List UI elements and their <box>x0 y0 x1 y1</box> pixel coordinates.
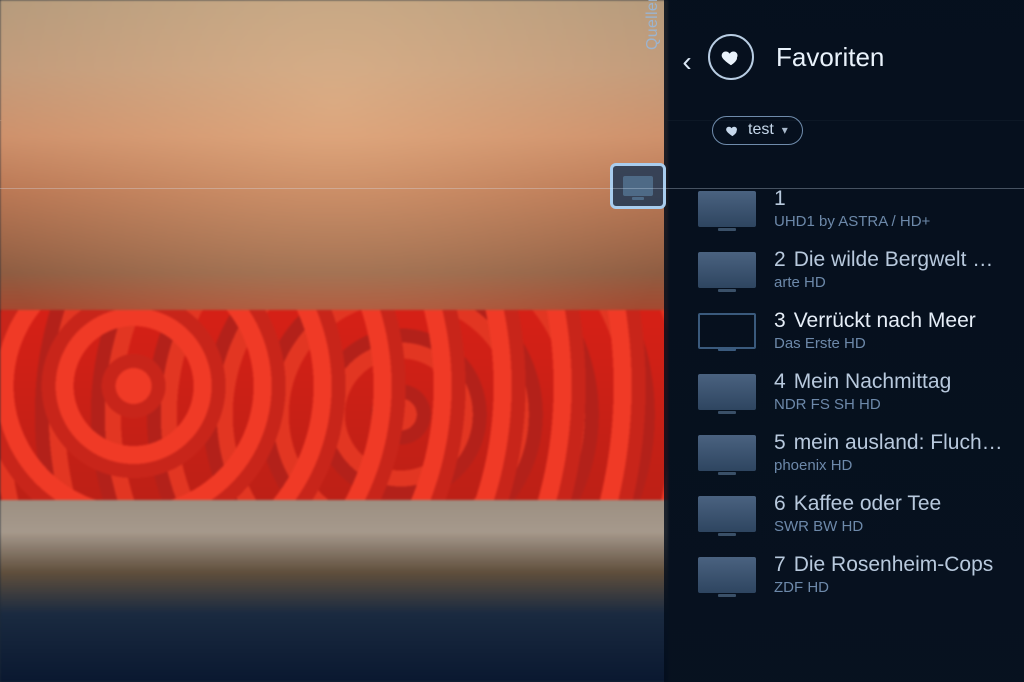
channel-source: phoenix HD <box>774 457 1003 474</box>
channel-row[interactable]: 4 Mein Nachmittag NDR FS SH HD <box>694 361 1024 422</box>
channel-number: 3 <box>774 309 786 332</box>
video-content <box>0 310 668 500</box>
channel-title: 6 Kaffee oder Tee <box>774 492 941 516</box>
channel-number: 4 <box>774 370 786 393</box>
channel-title: 3 Verrückt nach Meer <box>774 309 976 333</box>
channel-program-name: Verrückt nach Meer <box>794 309 976 332</box>
channel-text: 6 Kaffee oder Tee SWR BW HD <box>774 492 941 535</box>
panel-header: Favoriten <box>708 34 884 80</box>
back-chevron-icon[interactable]: ‹ <box>672 48 702 76</box>
channel-title: 7 Die Rosenheim-Cops <box>774 553 993 577</box>
heart-icon <box>725 123 740 138</box>
channel-row[interactable]: 5 mein ausland: Fluch… phoenix HD <box>694 422 1024 483</box>
panel-title: Favoriten <box>776 42 884 73</box>
channel-number: 2 <box>774 248 786 271</box>
source-tabstrip[interactable]: Quellen <box>644 20 668 270</box>
channel-source: NDR FS SH HD <box>774 396 951 413</box>
channel-source: UHD1 by ASTRA / HD+ <box>774 213 930 230</box>
tv-icon <box>698 496 756 532</box>
chevron-down-icon: ▾ <box>782 123 788 137</box>
channel-number: 6 <box>774 492 786 515</box>
channel-title: 5 mein ausland: Fluch… <box>774 431 1003 455</box>
channel-program-name: Die Rosenheim-Cops <box>794 553 994 576</box>
channel-number: 1 <box>774 187 786 210</box>
channel-text: 1 UHD1 by ASTRA / HD+ <box>774 187 930 230</box>
channel-title: 4 Mein Nachmittag <box>774 370 951 394</box>
channel-source: ZDF HD <box>774 579 993 596</box>
channel-text: 7 Die Rosenheim-Cops ZDF HD <box>774 553 993 596</box>
tv-icon <box>698 252 756 288</box>
sources-tab-label: Quellen <box>644 0 662 50</box>
channel-source: Das Erste HD <box>774 335 976 352</box>
channel-row[interactable]: 7 Die Rosenheim-Cops ZDF HD <box>694 544 1024 605</box>
channel-row[interactable]: 6 Kaffee oder Tee SWR BW HD <box>694 483 1024 544</box>
channel-text: 2 Die wilde Bergwelt … arte HD <box>774 248 993 291</box>
channel-program-name: mein ausland: Fluch… <box>794 431 1003 454</box>
tv-icon <box>698 191 756 227</box>
channel-row[interactable]: 1 UHD1 by ASTRA / HD+ <box>694 178 1024 239</box>
channel-program-name: Mein Nachmittag <box>794 370 952 393</box>
heart-circle-icon <box>708 34 754 80</box>
favorites-list-name: test <box>748 121 774 139</box>
tv-icon <box>698 557 756 593</box>
channel-text: 3 Verrückt nach Meer Das Erste HD <box>774 309 976 352</box>
channel-title: 2 Die wilde Bergwelt … <box>774 248 993 272</box>
tv-icon <box>698 435 756 471</box>
live-video <box>0 0 668 682</box>
channel-source: arte HD <box>774 274 993 291</box>
channel-list: 1 UHD1 by ASTRA / HD+ 2 Die wilde Bergwelt … <box>694 178 1024 605</box>
tv-icon <box>698 313 756 349</box>
tv-icon <box>698 374 756 410</box>
channel-title: 1 <box>774 187 930 211</box>
tv-icon <box>623 176 653 196</box>
channel-text: 4 Mein Nachmittag NDR FS SH HD <box>774 370 951 413</box>
channel-number: 7 <box>774 553 786 576</box>
tv-screen: Quellen ‹ Favoriten test ▾ 1 UHD1 by ASTR… <box>0 0 1024 682</box>
channel-program-name: Die wilde Bergwelt … <box>794 248 994 271</box>
favorites-list-selector[interactable]: test ▾ <box>712 116 803 145</box>
selected-source-tile[interactable] <box>610 163 666 209</box>
channel-text: 5 mein ausland: Fluch… phoenix HD <box>774 431 1003 474</box>
channel-program-name: Kaffee oder Tee <box>794 492 942 515</box>
channel-row[interactable]: 2 Die wilde Bergwelt … arte HD <box>694 239 1024 300</box>
channel-source: SWR BW HD <box>774 518 941 535</box>
channel-number: 5 <box>774 431 786 454</box>
channel-row[interactable]: 3 Verrückt nach Meer Das Erste HD <box>694 300 1024 361</box>
